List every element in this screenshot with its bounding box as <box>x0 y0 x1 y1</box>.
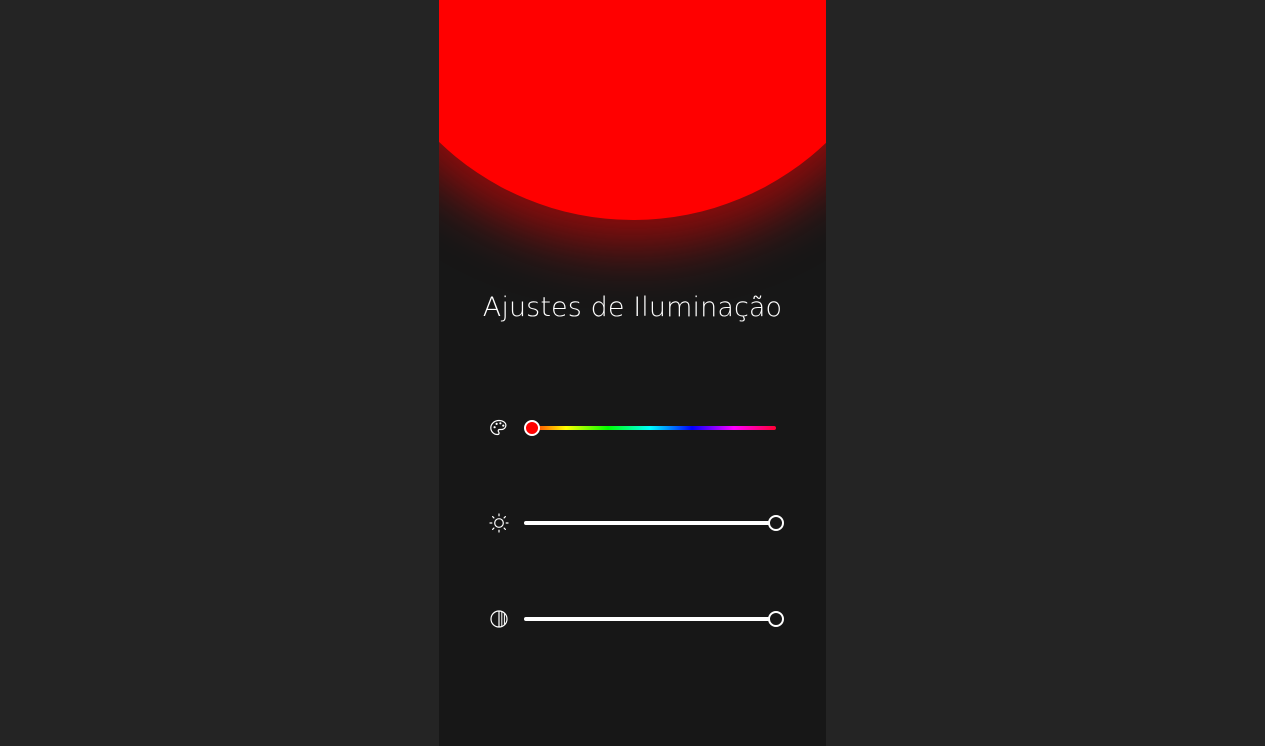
contrast-slider-track[interactable] <box>524 617 776 621</box>
light-preview <box>439 0 826 220</box>
brightness-slider-thumb[interactable] <box>768 515 784 531</box>
contrast-icon <box>488 609 510 629</box>
contrast-slider-thumb[interactable] <box>768 611 784 627</box>
sun-icon <box>488 513 510 533</box>
color-slider-track[interactable] <box>524 426 776 430</box>
color-slider-thumb[interactable] <box>523 420 540 436</box>
brightness-control <box>488 511 784 535</box>
palette-icon <box>488 418 510 438</box>
page-title: Ajustes de Iluminação <box>482 292 783 323</box>
color-control <box>488 416 778 440</box>
brightness-slider-track[interactable] <box>524 521 776 525</box>
lighting-panel: Ajustes de Iluminação <box>439 0 826 746</box>
contrast-control <box>488 607 784 631</box>
